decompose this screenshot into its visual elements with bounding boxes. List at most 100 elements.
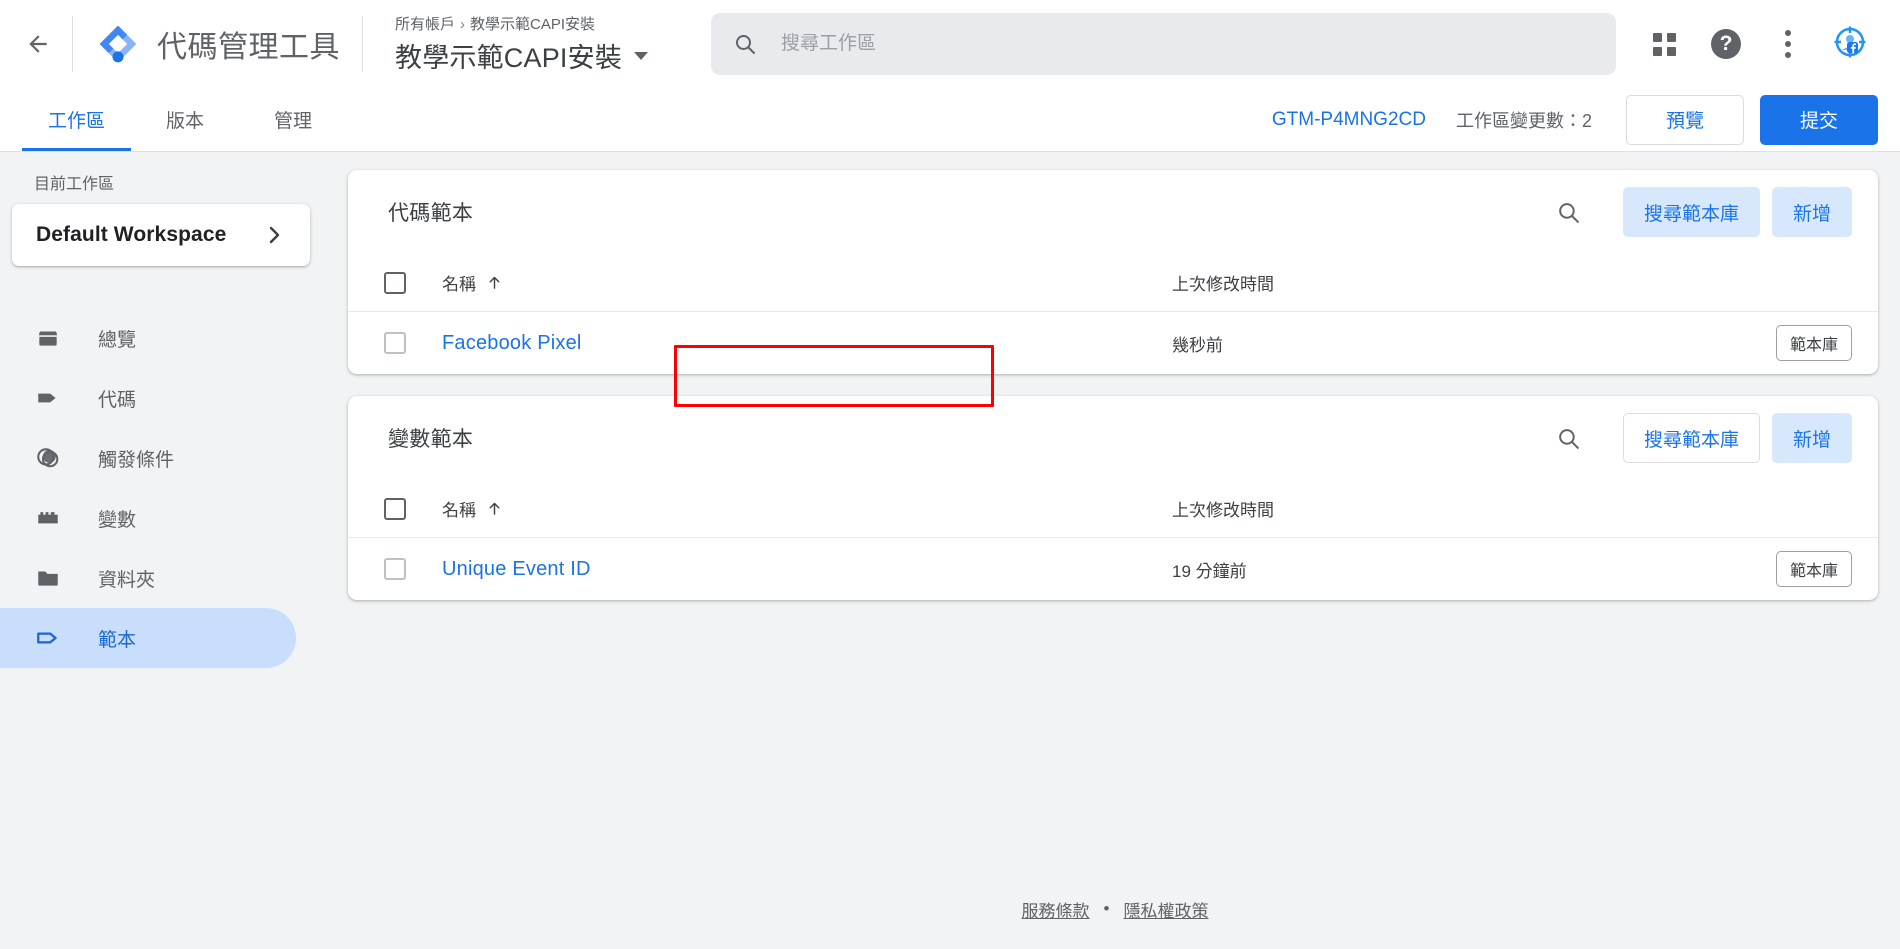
variable-templates-new-button[interactable]: 新增 xyxy=(1771,413,1852,463)
tag-templates-new-button[interactable]: 新增 xyxy=(1771,187,1852,237)
column-header-modified: 上次修改時間 xyxy=(1172,501,1274,520)
tag-templates-table-header: 名稱 上次修改時間 xyxy=(348,254,1878,312)
sidebar-item-templates[interactable]: 範本 xyxy=(0,608,296,668)
sidebar-nav: 總覽 代碼 觸發條件 變數 資料夾 範本 xyxy=(0,308,330,668)
account-title-row[interactable]: 教學示範CAPI安裝 xyxy=(395,36,655,75)
row-name-cell: Facebook Pixel xyxy=(442,332,1172,355)
main-content: 代碼範本 搜尋範本庫 新增 名稱 上次修改時間 Facebook Pixel 幾… xyxy=(330,152,1900,949)
sidebar-item-overview-label: 總覽 xyxy=(98,329,137,351)
more-options-button[interactable] xyxy=(1760,16,1816,72)
gallery-badge[interactable]: 範本庫 xyxy=(1775,551,1852,587)
column-header-name-label: 名稱 xyxy=(442,275,476,294)
breadcrumb-block: 所有帳戶 › 教學示範CAPI安裝 教學示範CAPI安裝 xyxy=(395,13,655,75)
select-all-checkbox[interactable] xyxy=(384,497,406,520)
template-name-link[interactable]: Facebook Pixel xyxy=(442,332,582,355)
tab-bar: 工作區 版本 管理 GTM-P4MNG2CD 工作區變更數：2 預覽 提交 xyxy=(0,88,1900,152)
tag-templates-search-gallery-button[interactable]: 搜尋範本庫 xyxy=(1622,187,1760,237)
sidebar-item-variables[interactable]: 變數 xyxy=(0,488,296,548)
variable-templates-card-header: 變數範本 搜尋範本庫 新增 xyxy=(348,396,1878,480)
product-name: 代碼管理工具 xyxy=(157,31,340,64)
tab-workspace[interactable]: 工作區 xyxy=(22,88,132,151)
search-icon[interactable] xyxy=(1543,412,1595,464)
variable-icon xyxy=(34,504,62,532)
sidebar-item-folders[interactable]: 資料夾 xyxy=(0,548,296,608)
variable-templates-actions: 搜尋範本庫 新增 xyxy=(1543,412,1852,464)
tab-admin[interactable]: 管理 xyxy=(239,88,347,151)
column-header-name[interactable]: 名稱 xyxy=(442,270,1172,295)
footer-separator: • xyxy=(1103,899,1110,918)
sidebar-item-folders-label: 資料夾 xyxy=(98,569,156,591)
sort-asc-icon xyxy=(486,500,503,517)
apps-grid-button[interactable] xyxy=(1636,16,1692,72)
sidebar: 目前工作區 Default Workspace 總覽 代碼 觸發條件 變數 資料… xyxy=(0,152,330,949)
sort-asc-icon xyxy=(486,274,503,291)
tab-admin-label: 管理 xyxy=(274,111,313,132)
template-icon xyxy=(34,624,62,652)
privacy-policy-link[interactable]: 隱私權政策 xyxy=(1123,897,1208,922)
tag-templates-card: 代碼範本 搜尋範本庫 新增 名稱 上次修改時間 Facebook Pixel 幾… xyxy=(348,170,1878,374)
sidebar-item-triggers-label: 觸發條件 xyxy=(98,449,175,471)
row-checkbox[interactable] xyxy=(384,332,406,354)
sidebar-item-tags[interactable]: 代碼 xyxy=(0,368,296,428)
chevron-down-icon[interactable] xyxy=(634,51,649,60)
help-button[interactable]: ? xyxy=(1698,16,1754,72)
variable-templates-table-header: 名稱 上次修改時間 xyxy=(348,480,1878,538)
chevron-right-icon xyxy=(262,223,286,247)
template-name-link[interactable]: Unique Event ID xyxy=(442,558,591,581)
sidebar-item-variables-label: 變數 xyxy=(98,509,137,531)
current-workspace-label: 目前工作區 xyxy=(34,176,115,193)
row-name-cell: Unique Event ID xyxy=(442,558,1172,581)
arrow-back-icon xyxy=(25,31,51,57)
tag-templates-actions: 搜尋範本庫 新增 xyxy=(1543,186,1852,238)
column-header-name[interactable]: 名稱 xyxy=(442,496,1172,521)
variable-templates-title: 變數範本 xyxy=(388,428,474,451)
table-row[interactable]: Unique Event ID 19 分鐘前 範本庫 xyxy=(348,538,1878,600)
back-button[interactable] xyxy=(10,16,66,72)
sidebar-item-templates-label: 範本 xyxy=(98,629,137,651)
more-vert-icon xyxy=(1785,30,1791,58)
help-icon: ? xyxy=(1711,29,1741,59)
workspace-search-box[interactable] xyxy=(711,13,1616,75)
tag-icon xyxy=(34,384,62,412)
trigger-icon xyxy=(34,444,62,472)
breadcrumb-current-account[interactable]: 教學示範CAPI安裝 xyxy=(470,16,595,33)
header-actions: ? xyxy=(1636,16,1878,72)
breadcrumb-all-accounts[interactable]: 所有帳戶 xyxy=(395,16,455,33)
column-header-name-label: 名稱 xyxy=(442,501,476,520)
footer: 服務條款 • 隱私權政策 xyxy=(330,869,1900,949)
tag-templates-title: 代碼範本 xyxy=(388,202,474,225)
browser-extension-button[interactable] xyxy=(1822,16,1878,72)
breadcrumb: 所有帳戶 › 教學示範CAPI安裝 xyxy=(395,13,655,34)
container-id-link[interactable]: GTM-P4MNG2CD xyxy=(1272,109,1426,131)
header-divider-left xyxy=(72,16,73,72)
sidebar-item-overview[interactable]: 總覽 xyxy=(0,308,296,368)
table-row[interactable]: Facebook Pixel 幾秒前 範本庫 xyxy=(348,312,1878,374)
sidebar-item-tags-label: 代碼 xyxy=(98,389,137,411)
column-header-modified: 上次修改時間 xyxy=(1172,275,1274,294)
tab-bar-actions: GTM-P4MNG2CD 工作區變更數：2 預覽 提交 xyxy=(1272,88,1878,151)
facebook-pixel-helper-icon xyxy=(1833,25,1867,64)
sidebar-item-triggers[interactable]: 觸發條件 xyxy=(0,428,296,488)
variable-templates-search-gallery-button[interactable]: 搜尋範本庫 xyxy=(1622,413,1760,463)
terms-of-service-link[interactable]: 服務條款 xyxy=(1022,897,1090,922)
tab-versions[interactable]: 版本 xyxy=(131,88,239,151)
gtm-logo-icon[interactable] xyxy=(95,21,141,67)
tag-templates-card-header: 代碼範本 搜尋範本庫 新增 xyxy=(348,170,1878,254)
search-input[interactable] xyxy=(779,32,1594,56)
search-icon[interactable] xyxy=(1543,186,1595,238)
workspace-changes-count: 工作區變更數：2 xyxy=(1455,110,1592,131)
gallery-badge[interactable]: 範本庫 xyxy=(1775,325,1852,361)
workspace-selector[interactable]: Default Workspace xyxy=(12,204,310,266)
select-all-checkbox[interactable] xyxy=(384,271,406,294)
preview-button[interactable]: 預覽 xyxy=(1626,94,1744,145)
apps-grid-icon xyxy=(1652,32,1676,56)
tab-versions-label: 版本 xyxy=(166,111,205,132)
top-header: 代碼管理工具 所有帳戶›教學示範CAPI安裝 教學示範CAPI安裝 ? xyxy=(0,0,1900,88)
variable-templates-card: 變數範本 搜尋範本庫 新增 名稱 上次修改時間 Unique Event ID … xyxy=(348,396,1878,600)
row-checkbox[interactable] xyxy=(384,558,406,580)
overview-icon xyxy=(34,324,62,352)
breadcrumb-separator: › xyxy=(460,16,466,33)
row-modified-cell: 19 分鐘前 xyxy=(1172,561,1247,581)
submit-button[interactable]: 提交 xyxy=(1760,94,1878,145)
folder-icon xyxy=(34,564,62,592)
